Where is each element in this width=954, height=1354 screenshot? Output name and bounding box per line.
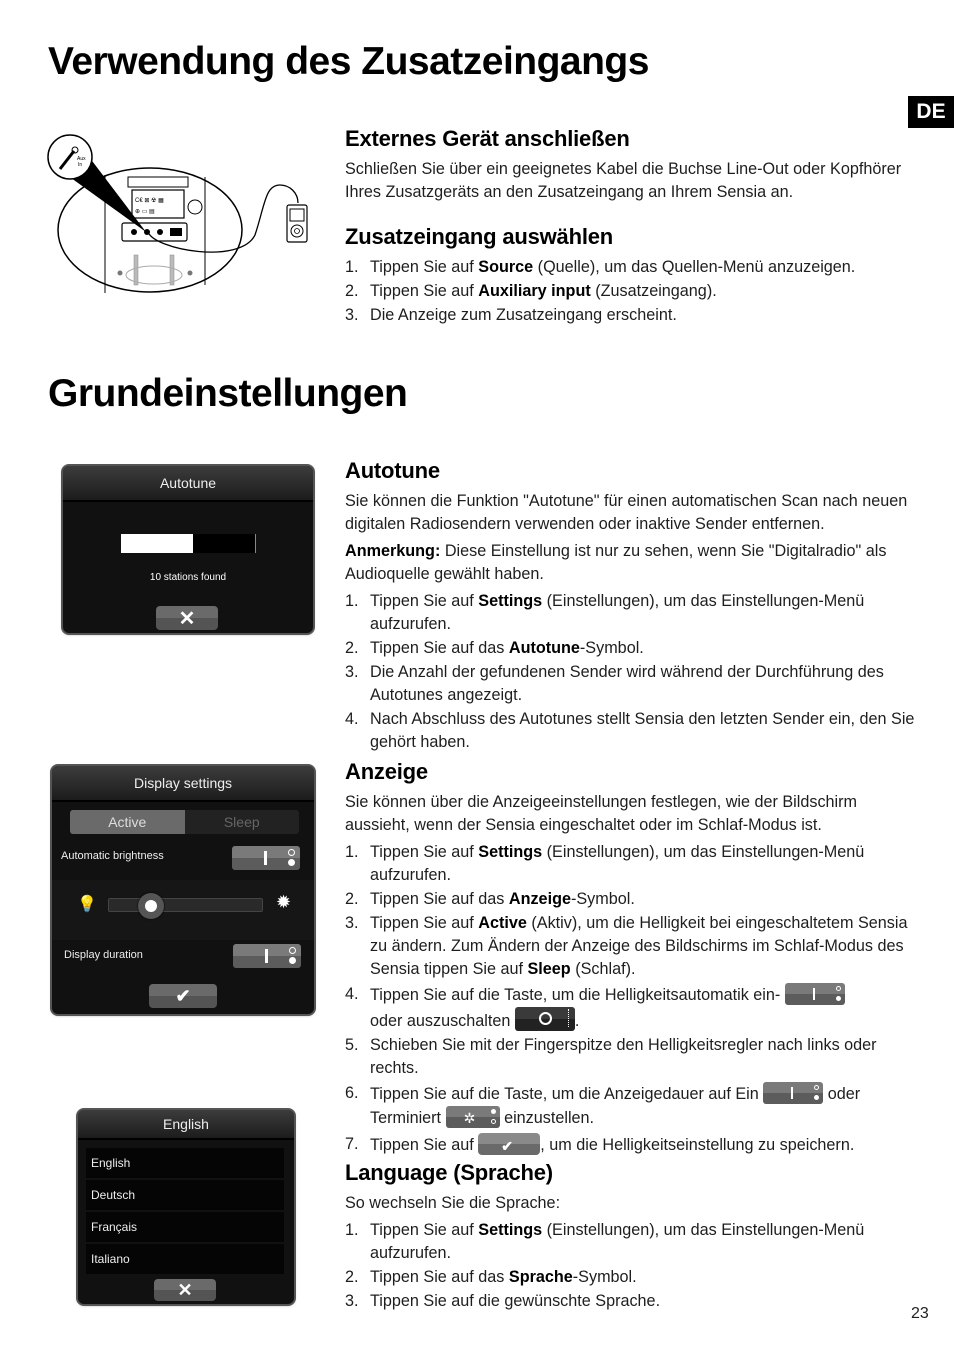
heading-select-aux: Zusatzeingang auswählen: [345, 224, 614, 249]
tab-sleep[interactable]: Sleep: [185, 810, 300, 834]
toggle-off-icon: [514, 1007, 575, 1031]
heading-external-device: Externes Gerät anschließen: [345, 126, 630, 151]
list-item: 6. Tippen Sie auf die Taste, um die Anzei…: [345, 1082, 861, 1128]
autotune-steps: 1. Tippen Sie auf Settings (Einstellungen…: [345, 590, 915, 754]
confirm-button[interactable]: ✔: [149, 984, 217, 1008]
display-intro: Sie können über die Anzeigeeinstellungen…: [345, 793, 858, 834]
list-item: 1. Tippen Sie auf Settings (Einstellungen…: [345, 1221, 865, 1262]
list-item: 3. Tippen Sie auf Active (Aktiv), um die …: [345, 914, 908, 978]
page-title-aux-input: Verwendung des Zusatzeingangs: [48, 40, 649, 83]
brightness-low-icon: 💡: [77, 896, 97, 913]
autotune-progress-fill: [121, 534, 194, 553]
heading-display: Anzeige: [345, 759, 428, 784]
close-icon: ✕: [178, 607, 196, 630]
display-duration-label: Display duration: [64, 949, 143, 961]
display-duration-toggle[interactable]: [233, 944, 301, 968]
display-settings-screen: Display settings Active Sleep Automatic …: [52, 766, 314, 1014]
autotune-screen: Autotune 10 stations found ✕: [63, 466, 313, 633]
page-title-basic-settings: Grundeinstellungen: [48, 372, 408, 415]
check-icon: ✔: [175, 985, 191, 1006]
brightness-slider-thumb[interactable]: [137, 893, 164, 919]
close-icon: ✕: [177, 1279, 193, 1300]
tab-active[interactable]: Active: [70, 810, 185, 834]
language-steps: 1. Tippen Sie auf Settings (Einstellungen…: [345, 1219, 915, 1313]
language-list: English Deutsch Français Italiano: [86, 1148, 284, 1274]
list-item: 7. Tippen Sie auf ✔, um die Helligkeitsei…: [345, 1133, 855, 1155]
list-item: 4. Tippen Sie auf die Taste, um die Helli…: [345, 983, 915, 1033]
language-close-button[interactable]: ✕: [154, 1279, 216, 1301]
list-item: 2. Tippen Sie auf Auxiliary input (Zusatz…: [345, 282, 717, 300]
list-item: 1. Tippen Sie auf Settings (Einstellungen…: [345, 843, 865, 884]
list-item: 4. Nach Abschluss des Autotunes stellt Se…: [345, 710, 915, 751]
display-steps: 1. Tippen Sie auf Settings (Einstellungen…: [345, 841, 915, 1157]
language-option[interactable]: Deutsch: [86, 1180, 284, 1210]
list-item: 2. Tippen Sie auf das Autotune-Symbol.: [345, 639, 644, 657]
svg-text:⊕ ▭ ▤: ⊕ ▭ ▤: [135, 209, 155, 215]
list-item: 2. Tippen Sie auf das Sprache-Symbol.: [345, 1268, 637, 1286]
autotune-progress-bar: [121, 534, 256, 553]
list-item: 5. Schieben Sie mit der Fingerspitze den …: [345, 1036, 877, 1077]
autotune-close-button[interactable]: ✕: [156, 606, 218, 630]
section-display: Anzeige Sie können über die Anzeigeeinst…: [345, 759, 915, 1158]
language-option[interactable]: Italiano: [86, 1244, 284, 1274]
section-autotune: Autotune Sie können die Funktion "Autotu…: [345, 458, 915, 755]
language-intro: So wechseln Sie die Sprache:: [345, 1194, 561, 1212]
duration-on-icon: [763, 1082, 824, 1104]
language-option[interactable]: English: [86, 1148, 284, 1178]
autotune-status: 10 stations found: [149, 572, 227, 583]
external-device-text: Schließen Sie über ein geeignetes Kabel …: [345, 160, 902, 201]
language-badge: DE: [908, 96, 954, 128]
display-settings-title: Display settings: [52, 766, 314, 802]
auto-brightness-label: Automatic brightness: [61, 850, 164, 862]
list-item: 3. Die Anzeige zum Zusatzeingang erschein…: [345, 306, 677, 324]
aux-connection-illustration: C€ ⊠ ☢ ▦ ⊕ ▭ ▤ Aux In: [47, 134, 308, 293]
auto-brightness-toggle[interactable]: [232, 846, 300, 870]
list-item: 3. Die Anzahl der gefundenen Sender wird …: [345, 663, 884, 704]
heading-autotune: Autotune: [345, 458, 440, 483]
section-select-aux: Zusatzeingang auswählen 1. Tippen Sie auf…: [345, 224, 915, 328]
list-item: 1. Tippen Sie auf Settings (Einstellungen…: [345, 592, 865, 633]
heading-language: Language (Sprache): [345, 1160, 553, 1185]
language-screen-title: English: [78, 1110, 294, 1140]
list-item: 3. Tippen Sie auf die gewünschte Sprache.: [345, 1292, 661, 1310]
section-language: Language (Sprache) So wechseln Sie die S…: [345, 1160, 915, 1314]
autotune-note: Anmerkung: Diese Einstellung ist nur zu …: [345, 542, 887, 583]
mode-tabs: Active Sleep: [70, 810, 299, 834]
language-screen: English English Deutsch Français Italian…: [78, 1110, 294, 1304]
confirm-icon: ✔: [478, 1133, 541, 1155]
autotune-screen-title: Autotune: [63, 466, 313, 502]
svg-text:C€ ⊠ ☢ ▦: C€ ⊠ ☢ ▦: [135, 197, 164, 204]
page-number: 23: [911, 1305, 929, 1322]
section-external-device: Externes Gerät anschließen Schließen Sie…: [345, 126, 915, 204]
toggle-on-icon: [784, 983, 845, 1005]
autotune-intro: Sie können die Funktion "Autotune" für e…: [345, 492, 908, 533]
svg-text:In: In: [78, 162, 82, 168]
duration-timed-icon: ✲: [445, 1106, 500, 1128]
list-item: 2. Tippen Sie auf das Anzeige-Symbol.: [345, 890, 635, 908]
brightness-slider[interactable]: [108, 893, 263, 919]
select-aux-steps: 1. Tippen Sie auf Source (Quelle), um das…: [345, 256, 915, 327]
brightness-high-icon: ✹: [276, 892, 292, 912]
list-item: 1. Tippen Sie auf Source (Quelle), um das…: [345, 258, 856, 276]
language-option[interactable]: Français: [86, 1212, 284, 1242]
